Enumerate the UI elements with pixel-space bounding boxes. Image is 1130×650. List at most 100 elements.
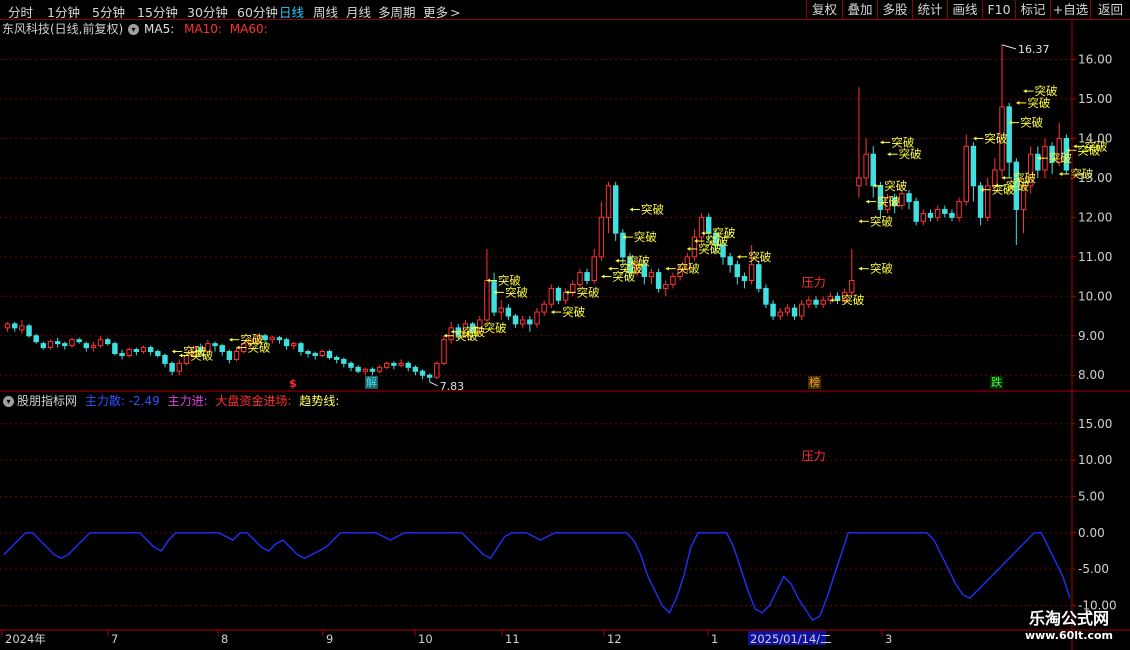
signal-label: 突破: [577, 285, 600, 299]
up-candle-body: [784, 307, 791, 313]
period-60min[interactable]: 60分钟: [237, 2, 278, 21]
signal-label: 突破: [748, 250, 771, 264]
up-candle-body: [126, 349, 132, 356]
event-marker-drop[interactable]: 跌: [990, 376, 1003, 389]
overlay-button[interactable]: 叠加: [842, 0, 877, 19]
multi-stock-button[interactable]: 多股: [877, 0, 912, 19]
up-candle-body: [541, 303, 547, 313]
down-candle-body: [119, 353, 125, 356]
down-candle-body: [162, 354, 168, 364]
indicator-settings-icon[interactable]: ▾: [3, 396, 14, 407]
signal-arrow-head: [1059, 171, 1063, 176]
period-daily[interactable]: 日线: [279, 2, 304, 21]
candlestick-series: [4, 44, 1070, 382]
period-multi[interactable]: 多周期: [378, 2, 416, 21]
signal-label: 突破: [190, 348, 213, 362]
time-tick-label: 9: [326, 632, 333, 646]
time-tick-label: 8: [221, 632, 228, 646]
down-candle-body: [276, 337, 283, 341]
down-candle-body: [612, 185, 619, 234]
up-candle-body: [398, 362, 404, 366]
down-candle-body: [76, 339, 82, 343]
time-tick-label: 11: [505, 632, 520, 646]
main-chart-header: 东风科技(日线,前复权): [2, 21, 123, 37]
down-candle-body: [906, 193, 912, 203]
chart-canvas[interactable]: 突破突破突破突破突破突破突破突破突破突破突破突破突破突破突破突破突破突破突破突破…: [0, 20, 1130, 650]
up-candle-body: [899, 193, 905, 207]
up-candle-body: [934, 208, 941, 218]
fuquan-button[interactable]: 复权: [806, 0, 842, 19]
up-candle-body: [963, 145, 969, 203]
high-price-label: 16.37: [1018, 43, 1050, 56]
indicator-tick-label: -5.00: [1078, 562, 1109, 576]
up-candle-body: [849, 280, 855, 293]
ma60-label: MA60:: [229, 22, 268, 36]
price-tick-label: 11.00: [1078, 250, 1112, 264]
up-candle-body: [176, 362, 182, 372]
period-5min[interactable]: 5分钟: [92, 2, 125, 21]
event-marker-unlock[interactable]: 解: [365, 376, 378, 389]
event-marker-dollar[interactable]: $: [289, 377, 297, 390]
signal-arrow-head: [615, 258, 619, 263]
signal-arrow-head: [665, 266, 669, 271]
up-candle-body: [577, 272, 583, 285]
down-candle-body: [741, 276, 748, 282]
up-candle-body: [920, 212, 927, 222]
down-candle-body: [391, 362, 397, 366]
down-candle-body: [262, 335, 268, 341]
time-tick-label: 2024年: [5, 632, 46, 646]
signal-arrow-head: [1016, 100, 1020, 105]
breakout-signals: 突破突破突破突破突破突破突破突破突破突破突破突破突破突破突破突破突破突破突破突破…: [172, 44, 1108, 387]
period-weekly[interactable]: 周线: [313, 2, 338, 21]
indicator-tick-label: 0.00: [1078, 526, 1105, 540]
up-candle-body: [448, 327, 454, 341]
period-1min[interactable]: 1分钟: [47, 2, 80, 21]
signal-arrow-head: [880, 140, 884, 145]
period-monthly[interactable]: 月线: [346, 2, 371, 21]
chart-settings-icon[interactable]: ▾: [128, 24, 139, 35]
price-tick-label: 13.00: [1078, 171, 1112, 185]
time-tick-label: 7: [111, 632, 118, 646]
statistics-button[interactable]: 统计: [912, 0, 947, 19]
up-candle-body: [4, 323, 11, 329]
up-candle-body: [598, 216, 605, 258]
down-candle-body: [813, 299, 819, 305]
period-30min[interactable]: 30分钟: [187, 2, 228, 21]
indicator-tick-label: 10.00: [1078, 453, 1112, 467]
up-candle-body: [806, 299, 812, 305]
indicator-tick-label: 5.00: [1078, 489, 1105, 503]
down-candle-body: [734, 264, 741, 278]
up-candle-body: [291, 343, 297, 347]
event-marker-list[interactable]: 榜: [808, 376, 821, 389]
line4-label: 趋势线:: [299, 394, 340, 408]
signal-arrow-head: [229, 337, 233, 342]
up-candle-body: [956, 201, 962, 218]
draw-line-button[interactable]: 画线: [947, 0, 982, 19]
period-15min[interactable]: 15分钟: [137, 2, 178, 21]
up-candle-body: [798, 303, 805, 317]
down-candle-body: [341, 358, 347, 364]
signal-arrow-head: [172, 349, 176, 354]
down-candle-body: [283, 339, 290, 347]
up-candle-body: [663, 283, 669, 289]
period-fenshi[interactable]: 分时: [8, 2, 33, 21]
down-candle-body: [26, 325, 32, 337]
add-watchlist-button[interactable]: +自选: [1050, 0, 1090, 19]
down-candle-body: [355, 366, 361, 372]
signal-label: 突破: [984, 131, 1007, 145]
signal-arrow-head: [179, 353, 183, 358]
down-candle-body: [105, 339, 111, 345]
down-candle-body: [12, 323, 18, 329]
down-candle-body: [112, 343, 118, 355]
down-candle-body: [834, 295, 841, 301]
f10-button[interactable]: F10: [982, 0, 1015, 19]
period-more[interactable]: 更多 >: [423, 2, 461, 21]
price-tick-label: 9.00: [1078, 329, 1105, 343]
price-tick-label: 10.00: [1078, 289, 1112, 303]
mark-button[interactable]: 标记: [1015, 0, 1050, 19]
down-candle-body: [305, 351, 311, 355]
back-button[interactable]: 返回: [1090, 0, 1130, 19]
signal-arrow-head: [687, 246, 691, 251]
low-pointer: [429, 381, 438, 387]
high-pointer: [1001, 44, 1017, 50]
